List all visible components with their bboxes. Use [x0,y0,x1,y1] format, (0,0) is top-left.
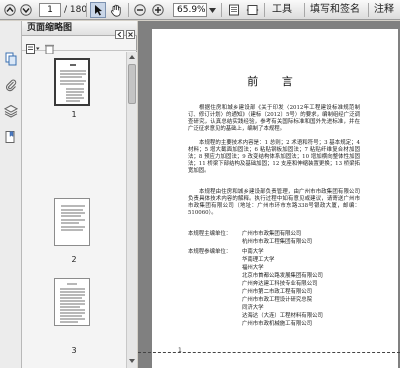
thumbnail-text-line [67,283,77,285]
page-thumbnails-icon[interactable] [4,51,18,66]
thumbnail-text-line [61,219,85,221]
thumbnail-text-line [66,88,84,90]
zoom-out-icon[interactable] [133,2,147,18]
thumbnail-text-line [61,226,85,228]
navigation-rail [0,21,22,368]
thumbnail-text-line [66,97,84,99]
thumbnail-page-number: 3 [71,346,77,355]
thumbnail-text-line [60,321,78,323]
participant-unit: 达海达（大连）工程材料有限公司 [242,313,323,319]
page-thumbnail[interactable] [54,198,90,246]
participant-unit: 中南大学 [242,249,264,255]
thumbnail-text-line [60,318,85,320]
document-viewport[interactable]: 前 言 根据住房和城乡建设部《关于印发〈2012年工程建设标准规范制订、修订计划… [138,21,400,368]
fit-page-icon[interactable] [226,2,242,18]
thumbnail-text-line [60,297,82,299]
scrollbar-thumb[interactable] [128,64,136,104]
bookmarks-icon[interactable] [4,129,18,143]
zoom-in-icon[interactable] [151,2,165,18]
participant-unit: 广州市市政工程设计研究总院 [242,297,313,303]
document-page: 前 言 根据住房和城乡建设部《关于印发〈2012年工程建设标准规范制订、修订计划… [152,29,398,368]
thumbnail-text-line [66,100,80,102]
panel-title: 页面缩略图 [27,23,73,33]
scroll-up-icon[interactable] [129,55,135,59]
thumbnail-text-line [61,222,79,224]
participant-unit: 北京市首都公路发展集团有限公司 [242,273,323,279]
panel-collapse-icon[interactable] [115,24,124,39]
toolbar-divider [221,3,222,17]
comment-menu[interactable]: 注释 [374,3,394,17]
thumbnail-text-line [60,312,85,314]
thumbnail-text-line [66,94,82,96]
tools-menu[interactable]: 工具 [272,3,292,17]
thumbnail-text-line [60,315,82,317]
toolbar-divider [304,3,305,17]
toolbar-divider [264,3,265,17]
paragraph-background: 根据住房和城乡建设部《关于印发〈2012年工程建设标准规范制订、修订计划〉的通知… [188,105,360,132]
page-down-icon[interactable] [19,2,33,18]
close-icon[interactable] [126,24,135,39]
participant-unit: 广州市第二市政工程有限公司 [242,289,313,295]
paragraph-contents: 本规程的主要技术内容是：1 总则；2 术语和符号；3 基本规定；4 材料；5 增… [188,140,360,174]
participant-unit: 福州大学 [242,265,264,271]
page-thumbnail[interactable] [54,278,90,326]
thumbnail-text-line [61,212,85,214]
thumbnail-text-line [61,209,83,211]
page-title: 前 言 [247,75,303,88]
main-toolbar: 1 / 180 65.9% 工具 填写和签名 注释 [0,0,400,20]
fit-width-icon[interactable] [244,2,260,18]
thumbnail-scrollbar[interactable] [126,52,137,368]
toolbar-divider [86,3,87,17]
thumbnail-text-line [60,80,86,82]
delete-page-icon[interactable] [43,39,57,55]
thumbnail-text-line [60,294,85,296]
panel-toolbar [22,37,137,55]
zoom-level-select[interactable]: 65.9% [173,3,207,17]
options-menu-icon[interactable] [26,39,40,54]
page-number-input[interactable]: 1 [39,3,61,17]
thumbnail-text-line [60,288,85,290]
toolbar-divider [368,3,369,17]
toolbar-divider [128,3,129,17]
participant-unit: 广州奔达建工科技专业有限公司 [242,281,318,287]
participant-label: 本规程参编单位： [188,249,232,255]
paragraph-management: 本规程由住房和城乡建设部负责管理，由广州市市政集团有限公司负责具体技术内容的解释… [188,189,360,216]
page-break-line [138,352,400,353]
page-thumbnail[interactable] [54,58,90,106]
participant-unit: 广州市市政机械施工有限公司 [242,321,313,327]
participant-unit: 同济大学 [242,305,264,311]
chief-editor-unit: 杭州市市政工程集团有限公司 [242,239,313,245]
chevron-down-icon[interactable] [207,2,217,18]
panel-header: 页面缩略图 [22,21,137,39]
layers-icon[interactable] [3,103,19,118]
thumbnail-list: 1 2 3 [22,52,126,368]
participant-unit: 华南理工大学 [242,257,275,263]
chief-editor-label: 本规程主编单位： [188,231,232,237]
attachment-icon[interactable] [4,77,18,92]
chief-editor-unit: 广州市市政集团有限公司 [242,231,302,237]
thumbnail-text-line [60,306,80,308]
fill-and-sign-menu[interactable]: 填写和签名 [310,3,360,17]
thumbnail-page-number: 2 [71,255,77,264]
total-pages-label: / 180 [64,5,88,15]
page-up-icon[interactable] [3,2,17,18]
select-cursor-icon[interactable] [90,2,106,18]
thumbnail-text-line [61,229,83,231]
thumbnail-text-line [61,205,85,207]
thumbnail-text-line [60,70,86,72]
thumbnail-title-mark [70,64,76,66]
thumbnail-text-line [60,300,85,302]
thumbnail-text-line [61,215,81,217]
scroll-down-icon[interactable] [129,359,135,363]
thumbnail-text-line [60,309,85,311]
thumbnail-text-line [60,73,86,75]
hand-tool-icon[interactable] [108,2,124,18]
thumbnail-text-line [60,303,85,305]
thumbnail-text-line [60,76,82,78]
thumbnail-panel: 页面缩略图 1 2 3 [22,21,137,368]
thumbnail-text-line [60,83,84,85]
thumbnail-page-number: 1 [71,110,77,119]
thumbnail-text-line [66,91,84,93]
thumbnail-text-line [60,291,85,293]
